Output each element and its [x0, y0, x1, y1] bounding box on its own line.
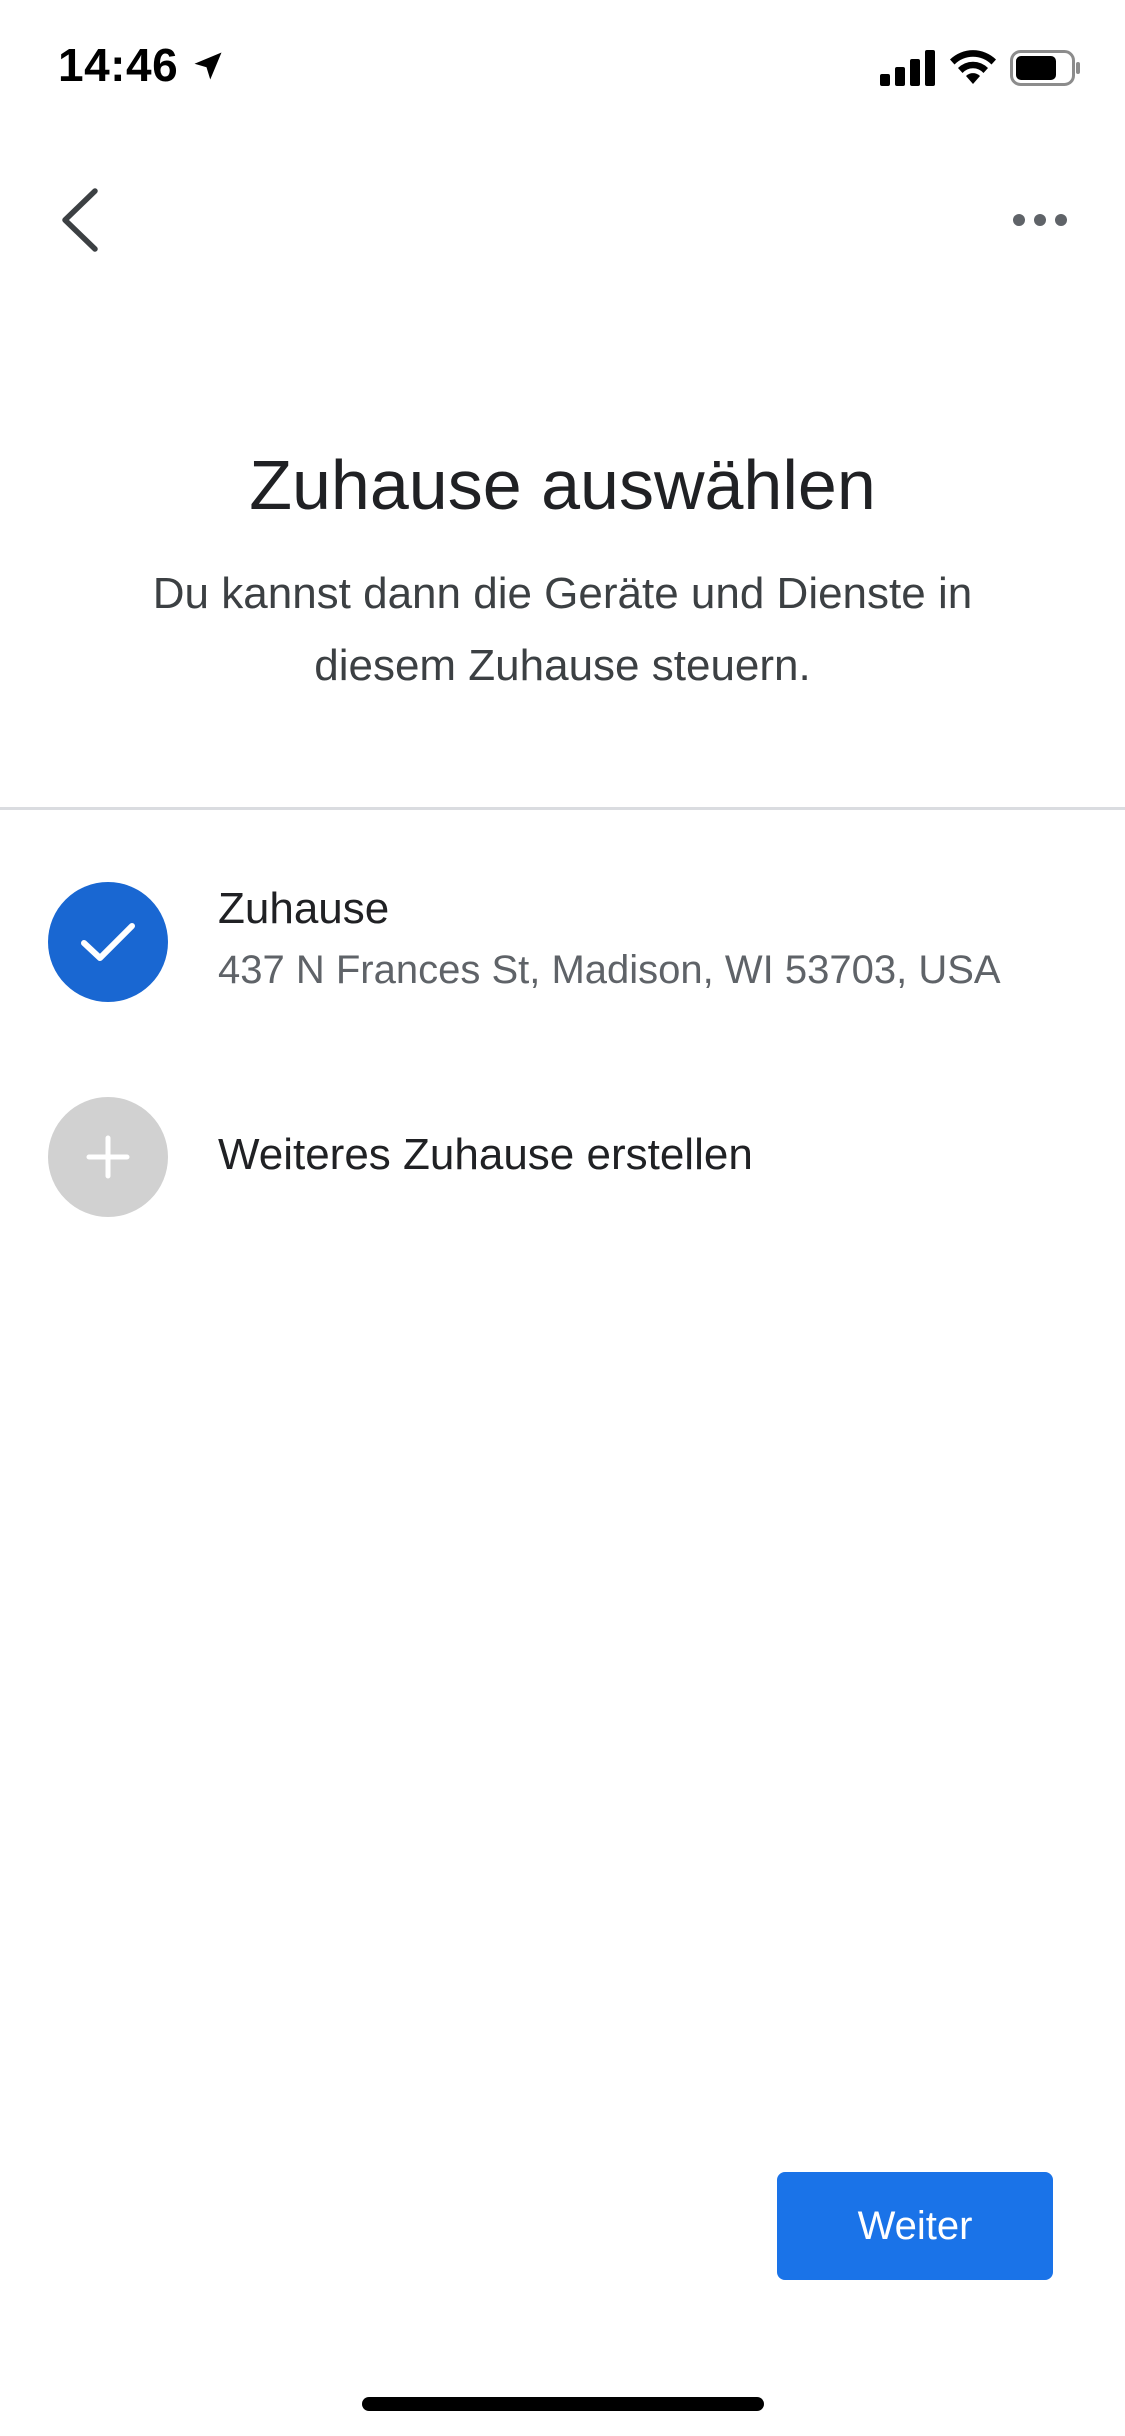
add-indicator	[48, 1097, 168, 1217]
plus-icon	[86, 1135, 130, 1179]
page-title: Zuhause auswählen	[249, 446, 876, 524]
chevron-left-icon	[62, 188, 98, 252]
selected-indicator	[48, 882, 168, 1002]
back-button[interactable]	[30, 170, 130, 270]
status-time: 14:46	[58, 39, 179, 91]
status-bar: 14:46	[0, 0, 1125, 140]
home-address: 437 N Frances St, Madison, WI 53703, USA	[218, 948, 1001, 992]
location-arrow-icon	[194, 52, 222, 80]
cellular-signal-icon	[880, 50, 935, 86]
page-subtitle: Du kannst dann die Geräte und Dienste in…	[152, 569, 973, 690]
home-indicator	[362, 2397, 764, 2411]
checkmark-icon	[81, 923, 135, 961]
create-home-item[interactable]: Weiteres Zuhause erstellen	[0, 1075, 1125, 1245]
create-home-label: Weiteres Zuhause erstellen	[218, 1130, 753, 1179]
battery-icon	[1010, 50, 1080, 86]
home-name: Zuhause	[218, 884, 390, 933]
select-home-screen: 14:46 Zuhause auswählen Du kannst dann d…	[0, 0, 1125, 2436]
more-horizontal-icon	[1013, 214, 1067, 226]
continue-button[interactable]: Weiter	[777, 2172, 1053, 2280]
wifi-icon	[950, 50, 996, 84]
more-options-button[interactable]	[990, 170, 1090, 270]
divider	[0, 807, 1125, 810]
home-list-item[interactable]: Zuhause 437 N Frances St, Madison, WI 53…	[0, 860, 1125, 1030]
